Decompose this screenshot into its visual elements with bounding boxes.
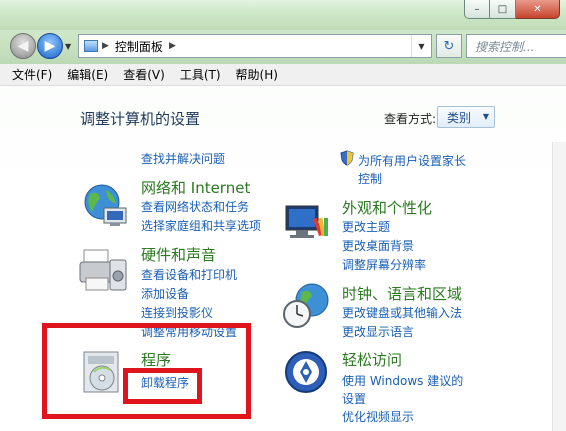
- control-panel-icon: [84, 40, 98, 52]
- view-by-label: 查看方式:: [384, 112, 437, 126]
- refresh-icon: ↻: [443, 38, 455, 54]
- scrollbar[interactable]: [552, 142, 566, 431]
- address-row: ◀ ▶ ▼ ▶ 控制面板 ▶ ▼ ↻ 搜索控制...: [0, 30, 566, 64]
- menu-help[interactable]: 帮助(H): [236, 66, 278, 83]
- link-windows-suggested-cont[interactable]: 设置: [342, 390, 366, 407]
- link-screen-resolution[interactable]: 调整屏幕分辨率: [342, 256, 426, 273]
- category-ease-title[interactable]: 轻松访问: [342, 349, 402, 370]
- search-input[interactable]: 搜索控制...: [466, 34, 566, 58]
- link-homegroup[interactable]: 选择家庭组和共享选项: [141, 217, 261, 234]
- category-clock-title[interactable]: 时钟、语言和区域: [342, 283, 462, 304]
- chevron-down-icon: ▼: [482, 112, 489, 121]
- category-appearance-title[interactable]: 外观和个性化: [342, 197, 432, 218]
- link-network-status[interactable]: 查看网络状态和任务: [141, 198, 249, 215]
- menu-tools[interactable]: 工具(T): [180, 66, 221, 83]
- forward-button[interactable]: ▶: [37, 33, 63, 59]
- link-devices-printers[interactable]: 查看设备和打印机: [141, 266, 237, 283]
- link-projector[interactable]: 连接到投影仪: [141, 304, 213, 321]
- link-desktop-background[interactable]: 更改桌面背景: [342, 237, 414, 254]
- maximize-button[interactable]: □: [490, 0, 516, 19]
- link-add-device[interactable]: 添加设备: [141, 285, 189, 302]
- page-title: 调整计算机的设置: [80, 110, 201, 128]
- forward-arrow-icon: ▶: [44, 38, 56, 54]
- back-arrow-icon: ◀: [17, 38, 29, 54]
- breadcrumb-separator-icon[interactable]: ▶: [102, 41, 109, 51]
- link-troubleshoot[interactable]: 查找并解决问题: [141, 150, 225, 167]
- shield-icon: [340, 150, 354, 166]
- menu-bar: 文件(F) 编辑(E) 查看(V) 工具(T) 帮助(H): [0, 64, 566, 86]
- view-by-dropdown[interactable]: 类别 ▼: [437, 106, 495, 128]
- menu-view[interactable]: 查看(V): [123, 66, 165, 83]
- clock-globe-icon: [283, 283, 329, 328]
- category-network-title[interactable]: 网络和 Internet: [141, 177, 250, 198]
- link-windows-suggested[interactable]: 使用 Windows 建议的: [342, 372, 463, 389]
- minimize-button[interactable]: –: [464, 0, 490, 19]
- recent-pages-dropdown-icon[interactable]: ▼: [65, 42, 71, 51]
- refresh-button[interactable]: ↻: [436, 34, 462, 58]
- link-optimize-display[interactable]: 优化视频显示: [342, 408, 414, 425]
- view-by-value: 类别: [447, 110, 472, 125]
- link-parental-controls-cont[interactable]: 控制: [358, 170, 382, 187]
- menu-edit[interactable]: 编辑(E): [67, 66, 108, 83]
- title-bar: – □ ✕: [0, 0, 566, 30]
- menu-file[interactable]: 文件(F): [12, 66, 52, 83]
- link-display-language[interactable]: 更改显示语言: [342, 323, 414, 340]
- breadcrumb-control-panel[interactable]: 控制面板: [115, 38, 163, 55]
- close-button[interactable]: ✕: [516, 0, 560, 19]
- content-area: 调整计算机的设置 查看方式: 类别 ▼ 查找并解决问题 网络和 Internet…: [0, 86, 566, 431]
- ease-of-access-icon: [285, 351, 327, 393]
- printer-icon: [79, 249, 127, 291]
- link-change-theme[interactable]: 更改主题: [342, 218, 390, 235]
- caption-buttons: – □ ✕: [464, 0, 560, 19]
- back-button[interactable]: ◀: [10, 33, 36, 59]
- category-hardware-title[interactable]: 硬件和声音: [141, 244, 216, 265]
- breadcrumb-chevron-icon[interactable]: ▶: [169, 41, 176, 51]
- search-placeholder: 搜索控制...: [475, 39, 535, 54]
- address-dropdown-icon[interactable]: ▼: [411, 35, 431, 57]
- network-globe-icon: [84, 184, 127, 226]
- annotation-inner-box: [123, 368, 202, 404]
- link-parental-controls[interactable]: 为所有用户设置家长: [358, 152, 466, 169]
- link-keyboard-input[interactable]: 更改键盘或其他输入法: [342, 304, 462, 321]
- address-bar[interactable]: ▶ 控制面板 ▶ ▼: [78, 34, 432, 58]
- appearance-monitor-icon: [285, 205, 328, 238]
